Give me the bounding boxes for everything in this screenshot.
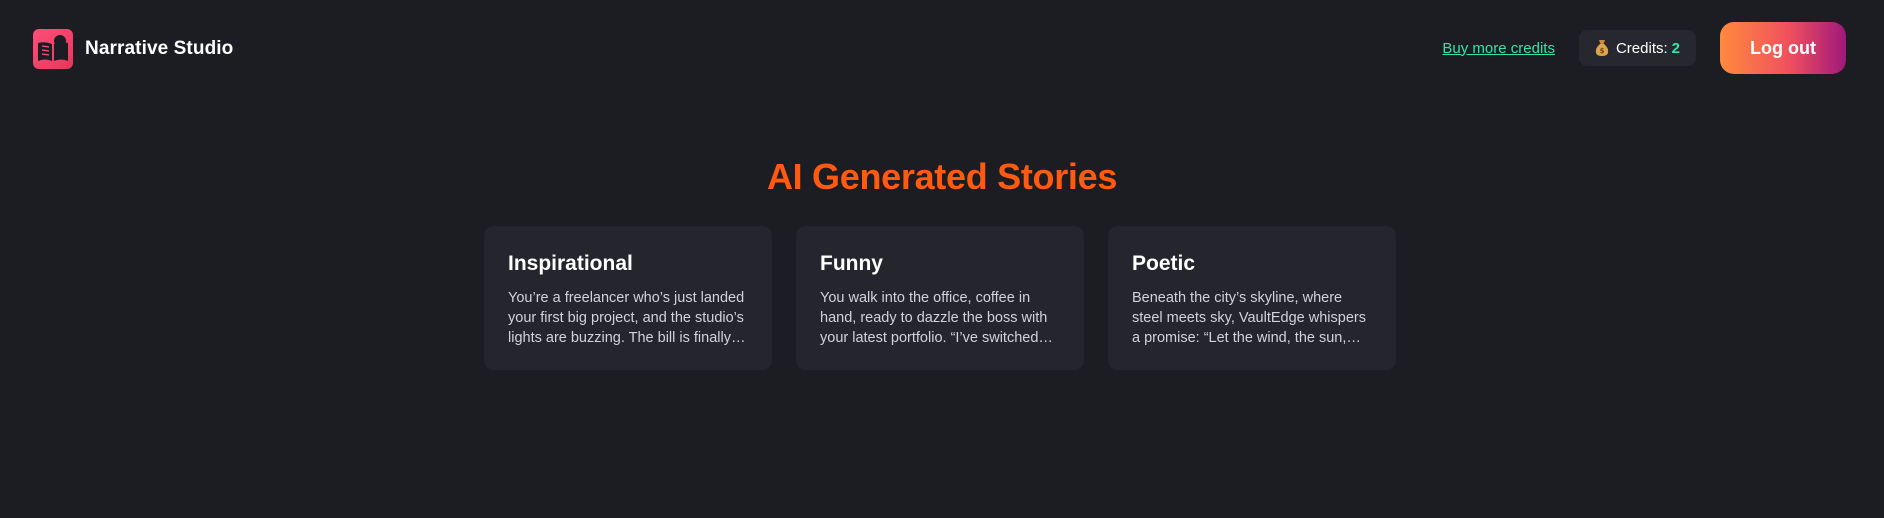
brand[interactable]: Narrative Studio (33, 29, 233, 69)
story-cards: Inspirational You’re a freelancer who’s … (484, 226, 1396, 370)
svg-text:$: $ (1600, 47, 1605, 55)
story-card-excerpt: You walk into the office, coffee in hand… (820, 290, 1048, 346)
app-page: Narrative Studio Buy more credits $ Cred… (0, 0, 1884, 518)
story-card-title: Inspirational (508, 252, 633, 275)
story-card-inspirational[interactable]: Inspirational You’re a freelancer who’s … (484, 226, 772, 370)
story-card-title: Poetic (1132, 252, 1196, 275)
header-actions: Buy more credits $ Credits: 2 Log out (1442, 22, 1846, 74)
story-card-excerpt: You’re a freelancer who’s just landed yo… (508, 290, 745, 346)
book-speech-logo-icon (33, 29, 73, 69)
credits-value: 2 (1671, 39, 1680, 57)
credits-badge: $ Credits: 2 (1578, 30, 1696, 66)
buy-credits-link[interactable]: Buy more credits (1442, 40, 1555, 57)
story-card-title: Funny (820, 252, 883, 275)
page-title: AI Generated Stories (766, 156, 1118, 197)
story-card-funny[interactable]: Funny You walk into the office, coffee i… (796, 226, 1084, 370)
brand-name: Narrative Studio (85, 38, 234, 59)
logout-button[interactable]: Log out (1720, 22, 1846, 74)
top-bar: Narrative Studio Buy more credits $ Cred… (0, 0, 1884, 96)
story-card-excerpt: Beneath the city’s skyline, where steel … (1132, 290, 1366, 346)
money-bag-icon: $ (1595, 39, 1609, 57)
story-card-poetic[interactable]: Poetic Beneath the city’s skyline, where… (1108, 226, 1396, 370)
credits-label: Credits: (1615, 39, 1668, 57)
